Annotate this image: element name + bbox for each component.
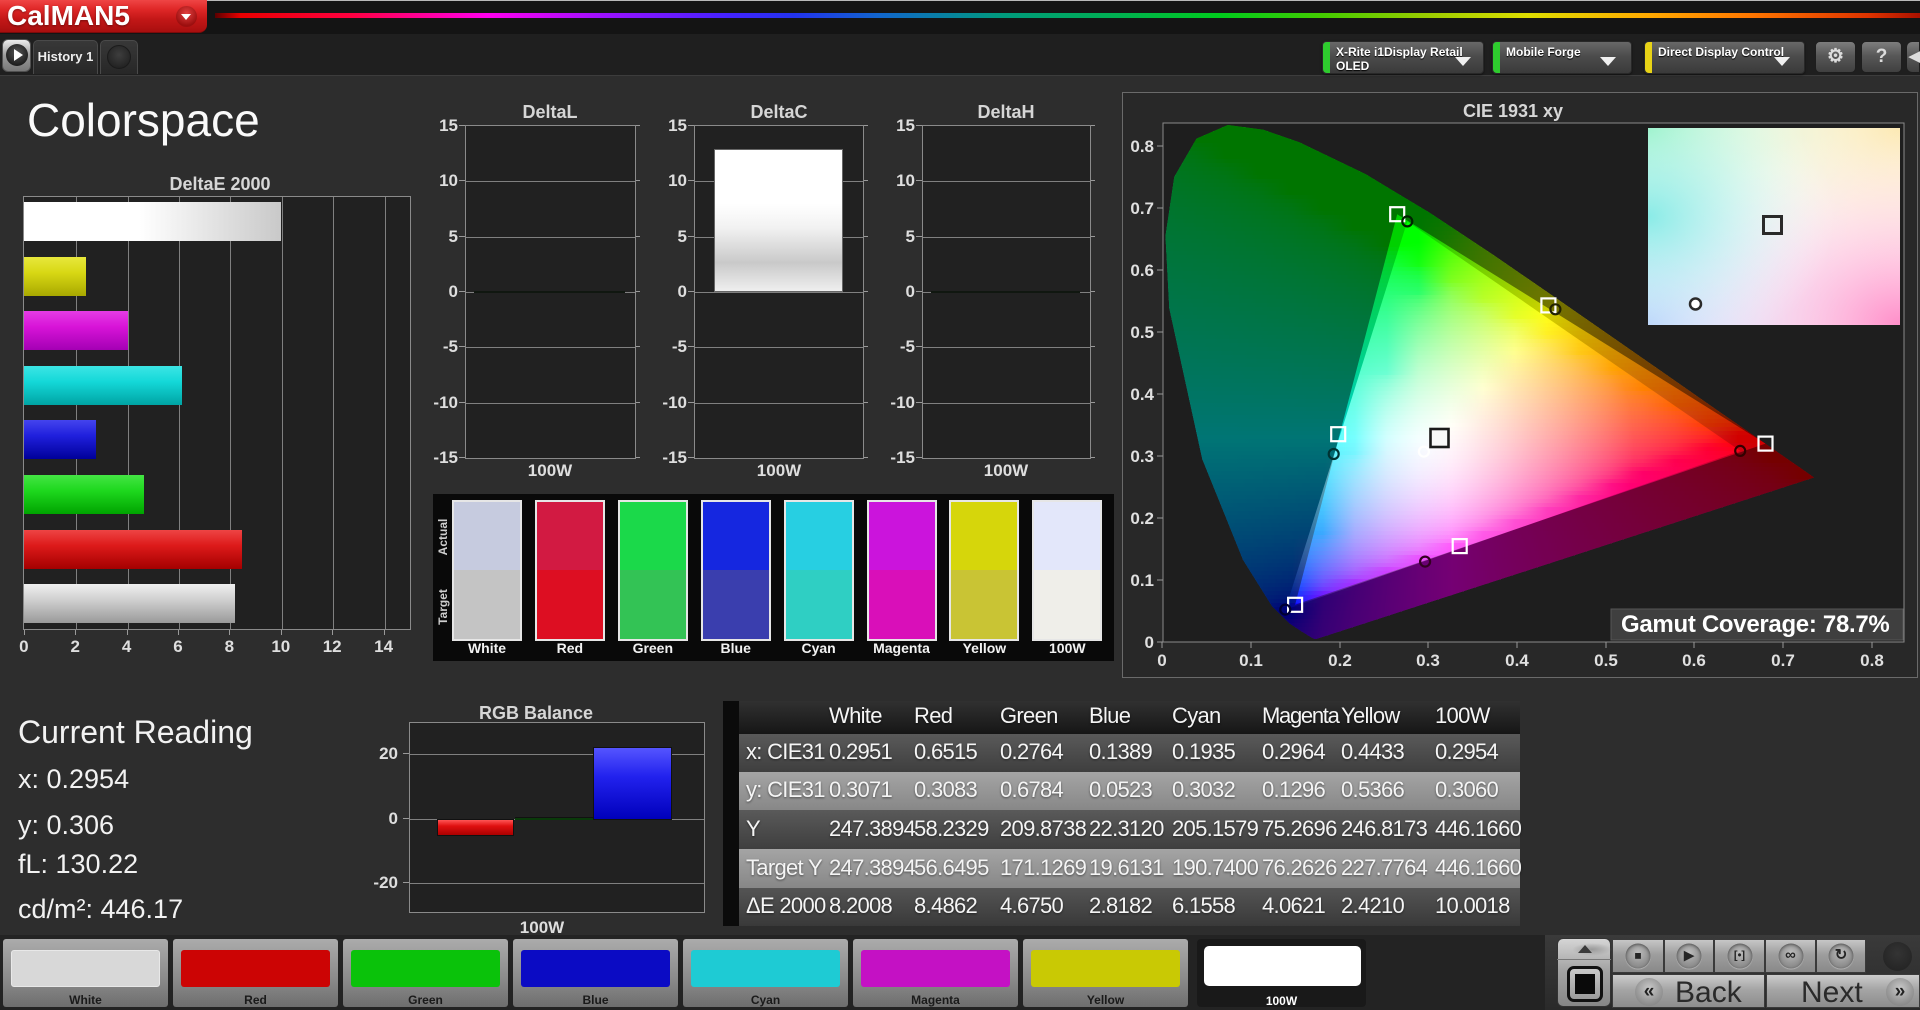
svg-text:0.6: 0.6 xyxy=(1682,651,1706,670)
svg-text:0.4: 0.4 xyxy=(1130,385,1154,404)
svg-text:0.3: 0.3 xyxy=(1130,447,1154,466)
svg-text:0.4: 0.4 xyxy=(1505,651,1529,670)
svg-text:0.7: 0.7 xyxy=(1130,199,1154,218)
svg-text:0.1: 0.1 xyxy=(1130,571,1154,590)
svg-text:0.8: 0.8 xyxy=(1130,137,1154,156)
svg-text:0.3: 0.3 xyxy=(1416,651,1440,670)
svg-text:0.5: 0.5 xyxy=(1594,651,1618,670)
svg-text:0: 0 xyxy=(1145,633,1154,652)
svg-text:Gamut Coverage: 78.7%: Gamut Coverage: 78.7% xyxy=(1621,611,1889,638)
svg-text:0.2: 0.2 xyxy=(1328,651,1352,670)
svg-text:0.8: 0.8 xyxy=(1860,651,1884,670)
svg-text:0.5: 0.5 xyxy=(1130,323,1154,342)
svg-text:0.6: 0.6 xyxy=(1130,261,1154,280)
svg-text:0: 0 xyxy=(1157,651,1166,670)
svg-text:CIE 1931 xy: CIE 1931 xy xyxy=(1463,101,1563,121)
svg-text:0.1: 0.1 xyxy=(1239,651,1263,670)
svg-text:0.2: 0.2 xyxy=(1130,509,1154,528)
svg-text:0.7: 0.7 xyxy=(1771,651,1795,670)
